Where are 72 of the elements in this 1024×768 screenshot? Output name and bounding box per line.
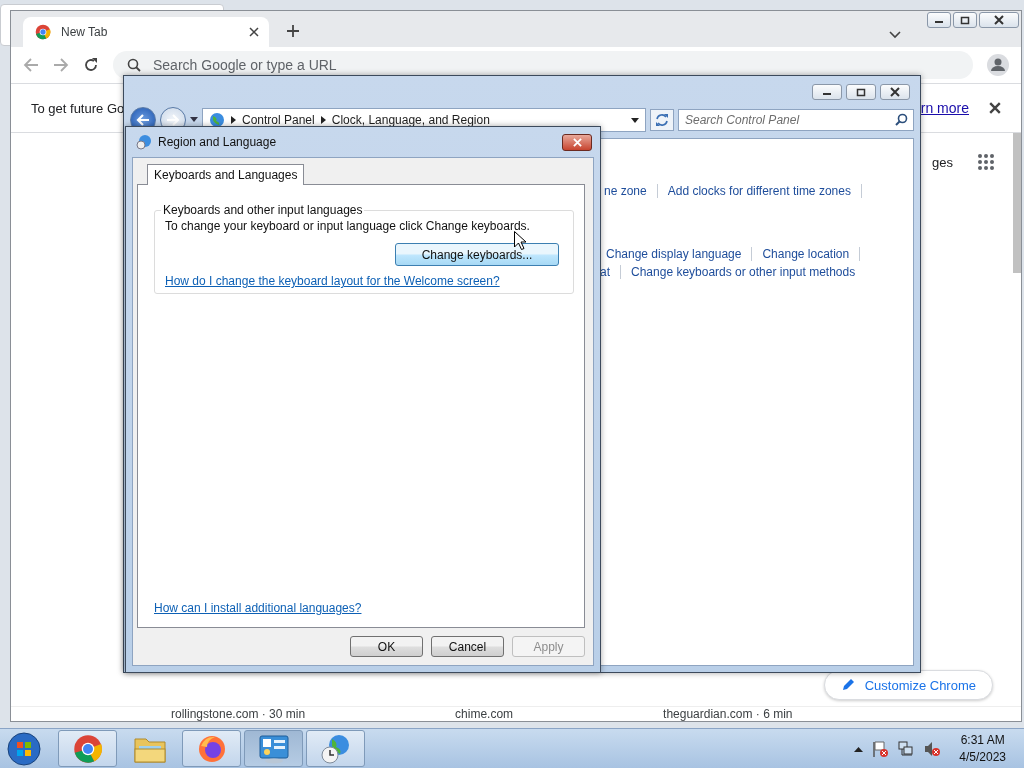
close-icon: [994, 15, 1004, 25]
maximize-button[interactable]: [846, 84, 876, 100]
task-link[interactable]: at: [600, 265, 610, 279]
dialog-title: Region and Language: [158, 135, 278, 149]
help-link[interactable]: How can I install additional languages?: [154, 601, 362, 615]
customize-chrome-button[interactable]: Customize Chrome: [823, 670, 993, 700]
task-link[interactable]: Change display language: [606, 247, 742, 261]
start-button[interactable]: [4, 730, 44, 767]
search-field[interactable]: Search Control Panel: [678, 109, 914, 131]
dialog-tab[interactable]: Keyboards and Languages: [147, 164, 305, 185]
dropdown-arrow-icon[interactable]: [631, 117, 639, 123]
close-button[interactable]: [562, 133, 592, 151]
globe-clock-icon: [319, 732, 352, 765]
taskbar-app-button[interactable]: [182, 730, 241, 767]
reload-button[interactable]: [83, 57, 99, 73]
shortcut-label: chime.com: [455, 707, 514, 721]
learn-more-link[interactable]: rn more: [920, 100, 969, 116]
chrome-logo-icon: [35, 24, 51, 40]
images-link[interactable]: ges: [932, 154, 953, 170]
breadcrumb-item[interactable]: Clock, Language, and Region: [331, 113, 490, 127]
scrollbar[interactable]: [1013, 133, 1021, 273]
breadcrumb-item[interactable]: Control Panel: [242, 113, 315, 127]
apps-grid-icon[interactable]: [977, 153, 995, 171]
close-button[interactable]: [989, 102, 1001, 114]
maximize-icon: [856, 87, 866, 97]
refresh-button[interactable]: [650, 109, 674, 131]
search-icon: [895, 113, 908, 126]
minimize-button[interactable]: [927, 12, 951, 28]
person-icon[interactable]: [987, 54, 1009, 76]
network-icon[interactable]: [897, 739, 916, 758]
taskbar-app-button[interactable]: [58, 730, 117, 767]
close-icon: [572, 137, 582, 147]
show-hidden-icons-icon[interactable]: [854, 745, 864, 752]
maximize-button[interactable]: [953, 12, 977, 28]
plus-icon: [286, 24, 300, 38]
change-keyboards-button[interactable]: Change keyboards...: [395, 243, 559, 266]
globe-clock-icon: [136, 134, 152, 150]
dropdown-arrow-icon[interactable]: [190, 117, 198, 123]
dialog-button[interactable]: Cancel: [431, 636, 504, 657]
firefox-icon: [196, 733, 227, 764]
mouse-pointer-icon: [514, 231, 526, 250]
arrow-left-icon: [136, 114, 150, 126]
minimize-button[interactable]: [812, 84, 842, 100]
taskbar-app-button[interactable]: [306, 730, 365, 767]
browser-tab[interactable]: New Tab: [23, 17, 269, 47]
instruction-text: To change your keyboard or input language click Change keyboards.: [165, 219, 531, 233]
dialog-button[interactable]: OK: [350, 636, 423, 657]
close-button[interactable]: [880, 84, 910, 100]
clock[interactable]: 6:31 AM 4/5/2023: [959, 731, 1006, 766]
shortcut-label: rollingstone.com · 30 min: [171, 707, 306, 721]
task-link[interactable]: ne zone: [604, 184, 647, 198]
maximize-icon: [960, 15, 970, 25]
close-icon: [890, 87, 900, 97]
close-icon: [989, 102, 1001, 114]
flag-icon[interactable]: [871, 739, 890, 758]
taskbar-app-button[interactable]: [244, 730, 303, 767]
close-icon[interactable]: [249, 27, 259, 37]
task-link[interactable]: Change location: [762, 247, 850, 261]
search-icon: [127, 58, 141, 72]
task-link[interactable]: Add clocks for different time zones: [667, 184, 851, 198]
task-link[interactable]: Change keyboards or other input methods: [631, 265, 856, 279]
refresh-icon: [655, 113, 669, 127]
chevron-right-icon: [231, 116, 236, 124]
help-link[interactable]: How do I change the keyboard layout for the Welcome screen?: [165, 274, 500, 288]
shortcut-label: theguardian.com · 6 min: [663, 707, 793, 721]
group-title: Keyboards and other input languages: [162, 203, 364, 217]
chevron-right-icon: [320, 116, 326, 124]
chrome-icon: [72, 733, 103, 764]
pencil-icon: [840, 678, 855, 692]
arrow-right-icon: [166, 114, 180, 126]
close-button[interactable]: [979, 12, 1019, 28]
chevron-down-icon[interactable]: [889, 31, 901, 39]
